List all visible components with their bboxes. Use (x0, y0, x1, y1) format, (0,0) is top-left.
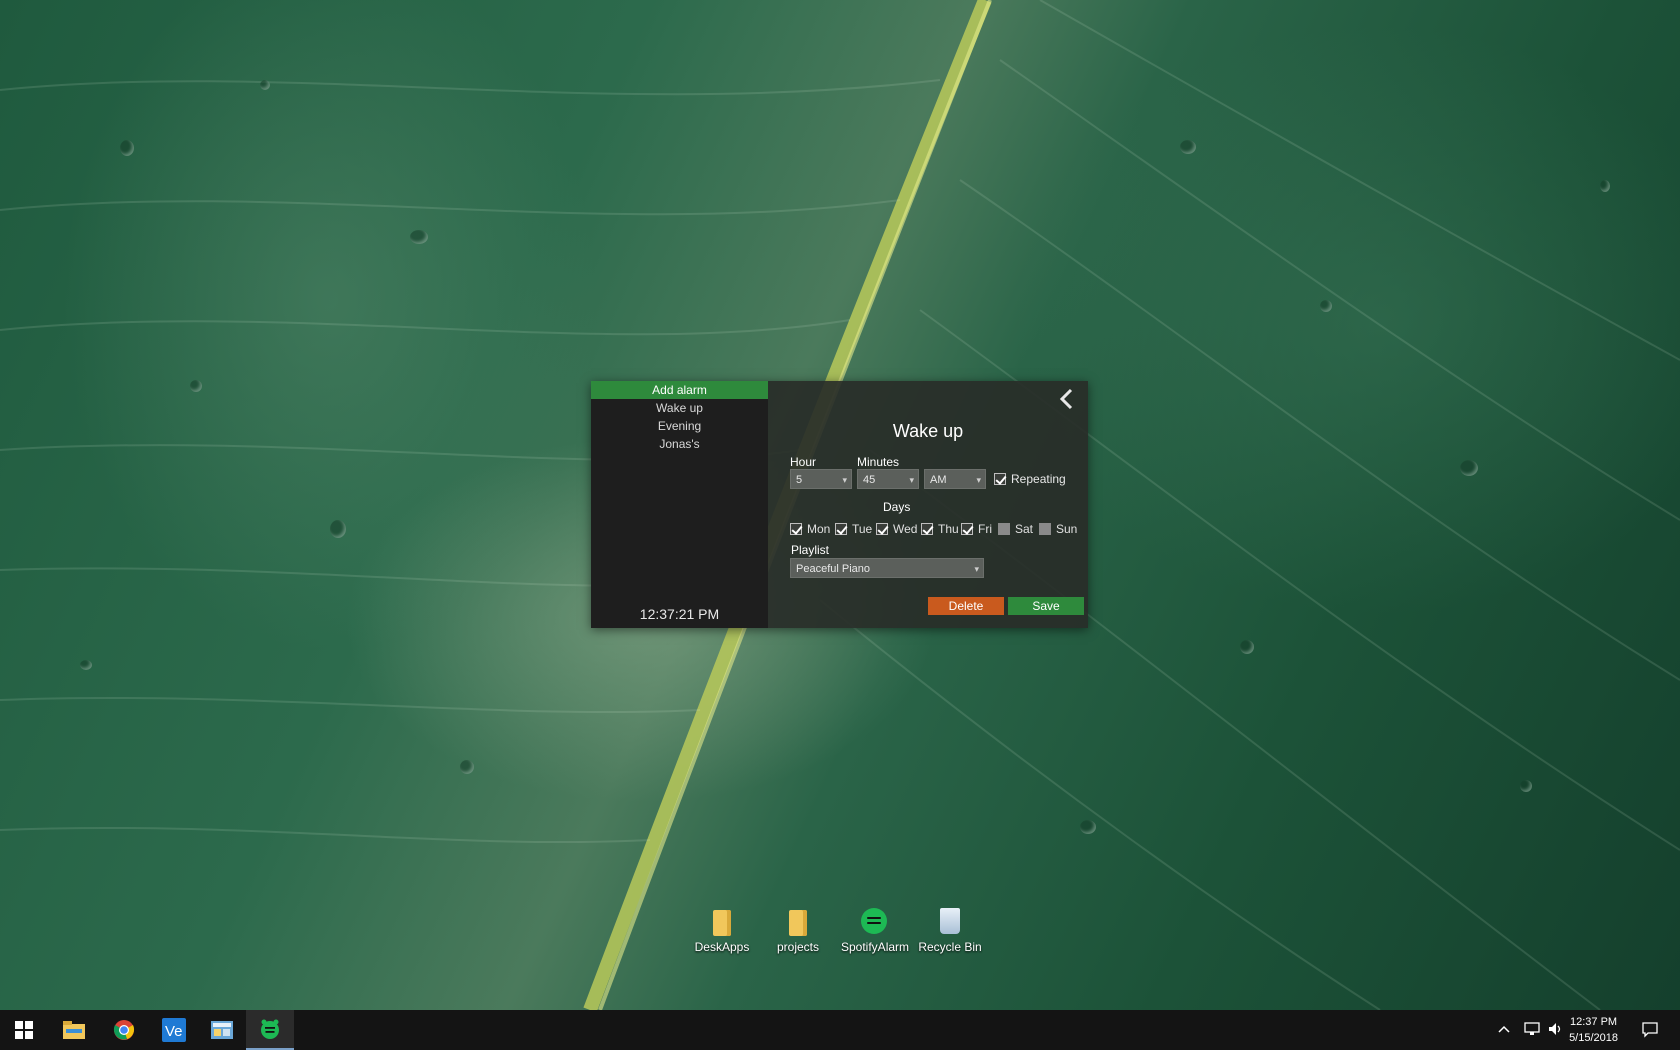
chevron-down-icon: ▾ (909, 475, 914, 485)
sidebar-item-evening[interactable]: Evening (591, 417, 768, 435)
recycle-bin-icon (940, 908, 960, 934)
svg-text:Ve: Ve (165, 1023, 183, 1040)
desktop-icon-recycle-bin[interactable]: Recycle Bin (917, 908, 983, 954)
water-drop (410, 230, 428, 244)
chevron-left-icon[interactable] (1056, 387, 1078, 411)
day-label-wed: Wed (893, 522, 918, 536)
am-pm-select[interactable]: AM ▾ (924, 469, 986, 489)
alarm-title: Wake up (892, 421, 964, 441)
hour-label: Hour (790, 455, 817, 469)
water-drop (1180, 140, 1196, 154)
water-drop (80, 660, 92, 670)
day-checkbox-fri[interactable] (961, 523, 973, 535)
minutes-label: Minutes (857, 455, 900, 469)
taskbar-time: 12:37 PM (1569, 1016, 1618, 1028)
sidebar-item-jonass[interactable]: Jonas's (591, 435, 768, 453)
desktop-icon-deskapps[interactable]: DeskApps (690, 908, 754, 954)
day-label-thu: Thu (938, 522, 959, 536)
hour-value: 5 (796, 474, 803, 486)
minutes-value: 45 (863, 474, 876, 486)
taskbar-chrome[interactable] (100, 1010, 148, 1050)
chevron-down-icon: ▾ (842, 475, 847, 485)
action-center-icon[interactable] (1642, 1022, 1658, 1038)
water-drop (1240, 640, 1254, 654)
desktop-icon-label: DeskApps (694, 940, 750, 954)
hour-select[interactable]: 5 ▾ (790, 469, 852, 489)
water-drop (1320, 300, 1332, 312)
ve-app-icon: Ve (162, 1018, 186, 1042)
chrome-icon (113, 1020, 135, 1040)
desktop-icon-spotifyalarm[interactable]: SpotifyAlarm (841, 908, 910, 954)
water-drop (460, 760, 474, 774)
day-label-tue: Tue (852, 522, 873, 536)
water-drop (260, 80, 270, 90)
taskbar-ve-app[interactable]: Ve (150, 1010, 198, 1050)
day-checkbox-thu[interactable] (921, 523, 933, 535)
days-label: Days (883, 500, 911, 514)
windows-start-icon (15, 1021, 33, 1039)
day-label-fri: Fri (978, 522, 992, 536)
taskbar-file-explorer[interactable] (50, 1010, 98, 1050)
save-button[interactable]: Save (1008, 597, 1084, 615)
network-icon[interactable] (1524, 1022, 1540, 1036)
water-drop (1460, 460, 1478, 476)
file-explorer-icon (63, 1021, 85, 1039)
day-checkbox-sat[interactable] (998, 523, 1010, 535)
desktop-icon-label: projects (776, 940, 820, 954)
desktop-icon-projects[interactable]: projects (766, 908, 830, 954)
water-drop (330, 520, 346, 538)
day-checkbox-tue[interactable] (835, 523, 847, 535)
folder-icon (789, 910, 807, 936)
playlist-value: Peaceful Piano (796, 563, 870, 575)
taskbar-date: 5/15/2018 (1569, 1032, 1618, 1044)
taskbar-spotify-alarm[interactable] (246, 1010, 294, 1050)
current-time-clock: 12:37:21 PM (639, 606, 720, 622)
taskbar: Ve 12:37 PM 5/15/2018 (0, 1010, 1680, 1050)
desktop-icon-label: SpotifyAlarm (841, 940, 910, 954)
water-drop (1600, 180, 1610, 192)
repeating-checkbox[interactable] (994, 473, 1006, 485)
water-drop (190, 380, 202, 392)
volume-icon[interactable] (1548, 1022, 1564, 1036)
minutes-select[interactable]: 45 ▾ (857, 469, 919, 489)
sidebar-item-add-alarm[interactable]: Add alarm (591, 381, 768, 399)
water-drop (1520, 780, 1532, 792)
desktop-icon-label: Recycle Bin (918, 940, 982, 954)
playlist-select[interactable]: Peaceful Piano ▾ (790, 558, 984, 578)
water-drop (120, 140, 134, 156)
taskbar-control-panel[interactable] (198, 1010, 246, 1050)
alarm-list-sidebar: Add alarm Wake up Evening Jonas's 12:37:… (591, 381, 768, 628)
alarm-editor-panel: Wake up Hour 5 ▾ Minutes 45 ▾ AM ▾ Repea… (768, 381, 1088, 628)
taskbar-clock[interactable]: 12:37 PM 5/15/2018 (1569, 1014, 1618, 1046)
sidebar-item-wake-up[interactable]: Wake up (591, 399, 768, 417)
repeating-label: Repeating (1011, 472, 1066, 486)
spotify-alarm-icon (261, 1019, 279, 1039)
day-checkbox-sun[interactable] (1039, 523, 1051, 535)
control-panel-icon (211, 1021, 233, 1039)
day-checkbox-mon[interactable] (790, 523, 802, 535)
playlist-label: Playlist (791, 543, 830, 557)
water-drop (1080, 820, 1096, 834)
chevron-down-icon: ▾ (974, 564, 979, 574)
day-label-mon: Mon (807, 522, 831, 536)
chevron-down-icon: ▾ (976, 475, 981, 485)
delete-button[interactable]: Delete (928, 597, 1004, 615)
day-label-sun: Sun (1056, 522, 1078, 536)
day-checkbox-wed[interactable] (876, 523, 888, 535)
spotify-alarm-icon (861, 908, 887, 934)
am-pm-value: AM (930, 474, 947, 486)
day-label-sat: Sat (1015, 522, 1034, 536)
folder-icon (713, 910, 731, 936)
spotify-alarm-window: Add alarm Wake up Evening Jonas's 12:37:… (591, 381, 1088, 628)
windows-start-button[interactable] (0, 1010, 48, 1050)
chevron-up-icon[interactable] (1498, 1025, 1510, 1033)
